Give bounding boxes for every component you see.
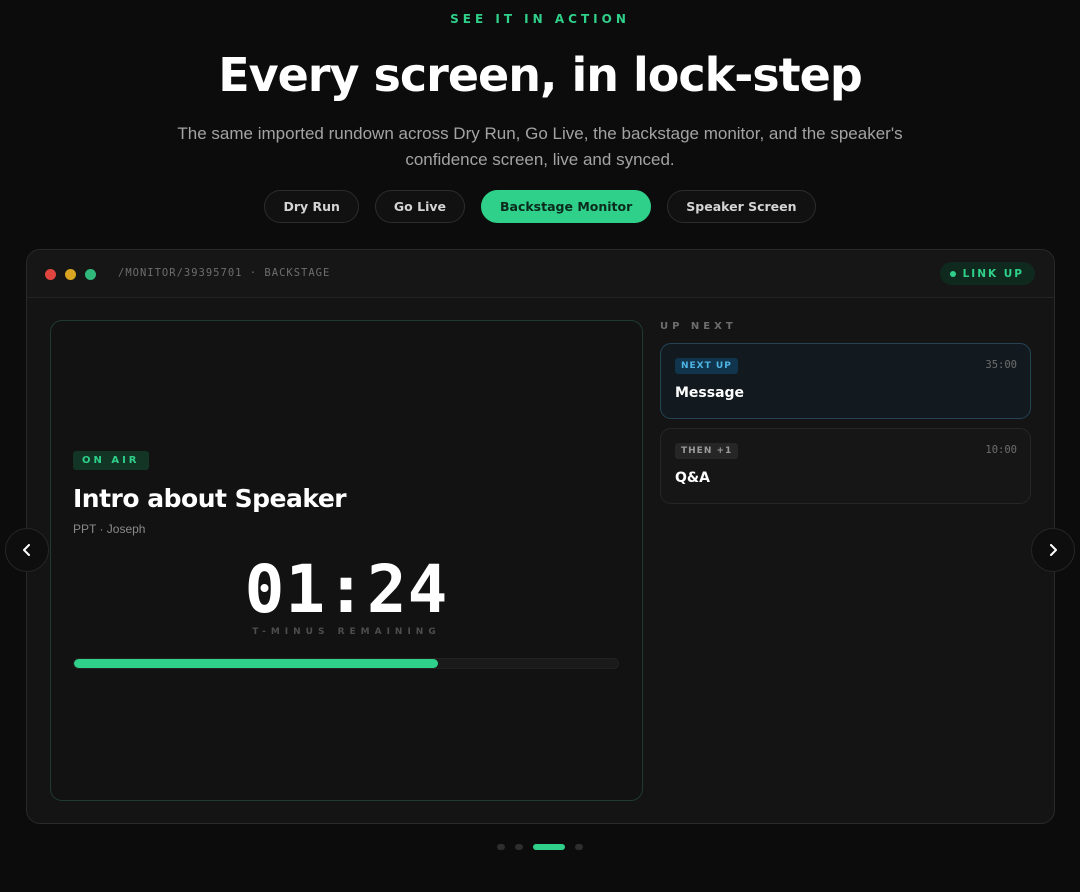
link-status-label: LINK UP [962, 267, 1024, 280]
carousel-dot[interactable] [575, 844, 583, 850]
tab-backstage-monitor[interactable]: Backstage Monitor [481, 190, 652, 223]
carousel-dot[interactable] [533, 844, 565, 850]
next-up-title: Message [675, 385, 745, 401]
window-path: /MONITOR/39395701 · BACKSTAGE [118, 267, 331, 279]
up-next-card[interactable]: NEXT UP 35:00 Message [660, 343, 1031, 419]
chevron-right-icon [1050, 544, 1057, 556]
next-up-duration: 35:00 [985, 359, 1017, 371]
segment-progress-bar [73, 658, 619, 669]
tab-speaker-screen[interactable]: Speaker Screen [667, 190, 816, 223]
status-dot-icon [949, 270, 956, 277]
on-air-badge: ON AIR [73, 451, 149, 470]
countdown-label: T-MINUS REMAINING [252, 627, 441, 637]
maximize-window-dot [85, 269, 96, 280]
then-tag: THEN +1 [675, 443, 739, 459]
chevron-left-icon [23, 544, 30, 556]
page-subtitle: The same imported rundown across Dry Run… [177, 124, 903, 169]
eyebrow: SEE IT IN ACTION [450, 12, 630, 26]
link-status-badge: LINK UP [939, 262, 1035, 285]
window-titlebar: /MONITOR/39395701 · BACKSTAGE LINK UP [27, 250, 1054, 298]
carousel-dot[interactable] [515, 844, 523, 850]
segment-progress-fill [74, 659, 439, 668]
current-segment-title: Intro about Speaker [73, 484, 347, 513]
next-slide-button[interactable] [1031, 528, 1075, 572]
next-up-tag: NEXT UP [675, 358, 738, 374]
current-segment-meta: PPT · Joseph [73, 522, 146, 536]
up-next-heading: UP NEXT [660, 321, 737, 332]
view-tabs: Dry Run Go Live Backstage Monitor Speake… [0, 190, 1080, 223]
close-window-dot [45, 269, 56, 280]
then-duration: 10:00 [985, 444, 1017, 456]
tab-go-live[interactable]: Go Live [374, 190, 465, 223]
countdown-timer: 01:24 [244, 551, 449, 628]
tab-dry-run[interactable]: Dry Run [264, 190, 359, 223]
monitor-window: /MONITOR/39395701 · BACKSTAGE LINK UP ON… [26, 249, 1055, 824]
carousel-dot[interactable] [497, 844, 505, 850]
minimize-window-dot [65, 269, 76, 280]
carousel-pagination [0, 844, 1080, 850]
page-title: Every screen, in lock-step [218, 48, 863, 102]
prev-slide-button[interactable] [5, 528, 49, 572]
then-card[interactable]: THEN +1 10:00 Q&A [660, 428, 1031, 504]
current-segment-panel: ON AIR Intro about Speaker PPT · Joseph … [50, 320, 643, 801]
then-title: Q&A [675, 470, 710, 486]
